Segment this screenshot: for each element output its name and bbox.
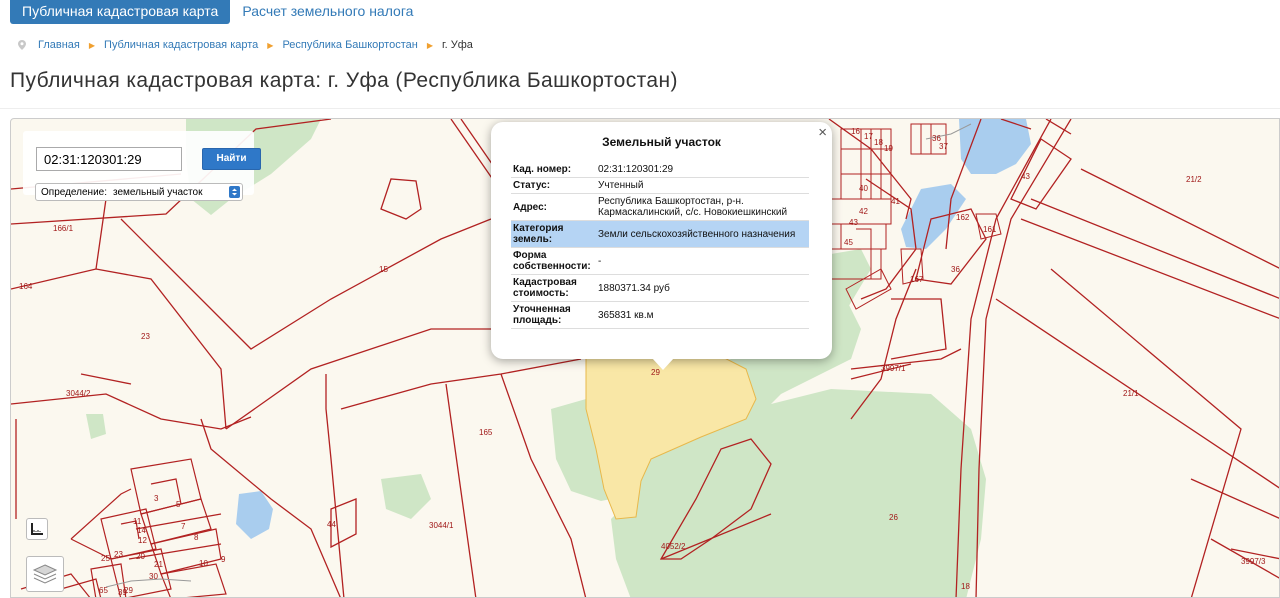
parcel-label: 166/1 xyxy=(53,224,74,233)
definition-select[interactable]: Определение: земельный участок xyxy=(35,183,243,201)
info-row: Форма собственности: - xyxy=(511,247,809,275)
parcel-label: 36 xyxy=(951,265,960,274)
parcel-label: 21/1 xyxy=(1123,389,1139,398)
info-row: Статус: Учтенный xyxy=(511,177,809,194)
info-value: 1880371.34 руб xyxy=(595,274,809,302)
search-button[interactable]: Найти xyxy=(202,148,261,170)
parcel-label: 3 xyxy=(154,494,159,503)
parcel-label: 21/2 xyxy=(1186,175,1202,184)
page-title: Публичная кадастровая карта: г. Уфа (Рес… xyxy=(10,69,678,92)
parcel-label: 14 xyxy=(137,526,146,535)
search-panel: Найти Определение: земельный участок xyxy=(23,131,261,201)
parcel-label: 3997/3 xyxy=(1241,557,1266,566)
info-row: Уточненная площадь: 365831 кв.м xyxy=(511,301,809,329)
select-arrows-icon xyxy=(229,186,240,198)
definition-value: земельный участок xyxy=(113,186,203,198)
info-value: Учтенный xyxy=(595,177,809,194)
parcel-label: 19 xyxy=(884,144,893,153)
cadastral-number-input[interactable] xyxy=(36,147,182,171)
info-value: - xyxy=(595,247,809,275)
parcel-label: 16 xyxy=(851,127,860,136)
parcel-label: 39 xyxy=(118,588,127,597)
parcel-label: 30 xyxy=(149,572,158,581)
breadcrumb-current: г. Уфа xyxy=(441,39,473,51)
breadcrumb-home[interactable]: Главная xyxy=(38,39,80,51)
parcel-label: 3997/1 xyxy=(881,364,906,373)
location-pin-icon xyxy=(18,40,26,50)
parcel-label: 5 xyxy=(176,500,181,509)
info-value: 365831 кв.м xyxy=(595,301,809,329)
parcel-label: 41 xyxy=(891,197,900,206)
parcel-label: 3044/1 xyxy=(429,521,454,530)
parcel-label: 40 xyxy=(859,184,868,193)
parcel-label: 43 xyxy=(849,218,858,227)
info-value: 02:31:120301:29 xyxy=(595,162,809,178)
parcel-info-table: Кад. номер: 02:31:120301:29 Статус: Учтенн… xyxy=(511,162,809,329)
parcel-label: 4052/2 xyxy=(661,542,686,551)
breadcrumb-separator-icon: ▶ xyxy=(426,40,433,50)
parcel-label: 10 xyxy=(199,559,208,568)
parcel-label: 18 xyxy=(874,138,883,147)
parcel-label: 12 xyxy=(138,536,147,545)
parcel-label: 23 xyxy=(141,332,150,341)
info-row: Адрес: Республика Башкортостан, р-н. Карм… xyxy=(511,193,809,221)
info-key: Кадастровая стоимость: xyxy=(511,274,595,302)
popup-title: Земельный участок xyxy=(602,135,721,149)
parcel-label: 17 xyxy=(864,132,873,141)
breadcrumb-region[interactable]: Республика Башкортостан xyxy=(282,39,417,51)
popup-pointer xyxy=(652,358,674,370)
tab-public-cadastral-map[interactable]: Публичная кадастровая карта xyxy=(10,0,231,24)
definition-label: Определение: xyxy=(41,186,108,198)
parcel-label: 43 xyxy=(1021,172,1030,181)
breadcrumb-cadastral-map[interactable]: Публичная кадастровая карта xyxy=(104,39,258,51)
info-row: Кад. номер: 02:31:120301:29 xyxy=(511,162,809,178)
parcel-label: 165 xyxy=(479,428,493,437)
divider xyxy=(0,108,1280,109)
layers-icon xyxy=(32,564,58,584)
parcel-label: 45 xyxy=(844,238,853,247)
parcel-label: 20 xyxy=(136,552,145,561)
info-key: Форма собственности: xyxy=(511,247,595,275)
parcel-label: 18 xyxy=(961,582,970,591)
info-value: Республика Башкортостан, р-н. Кармаскали… xyxy=(595,193,809,221)
parcel-label: 37 xyxy=(939,142,948,151)
parcel-label: 7 xyxy=(181,522,186,531)
info-key: Статус: xyxy=(511,177,595,194)
breadcrumb: Главная ▶ Публичная кадастровая карта ▶ … xyxy=(18,39,473,51)
parcel-label: 42 xyxy=(859,207,868,216)
breadcrumb-separator-icon: ▶ xyxy=(88,40,96,50)
info-row: Кадастровая стоимость: 1880371.34 руб xyxy=(511,274,809,302)
parcel-label: 65 xyxy=(99,586,108,595)
layers-button[interactable] xyxy=(26,556,64,592)
info-key: Категория земель: xyxy=(511,220,595,248)
info-row-selected: Категория земель: Земли сельскохозяйствен… xyxy=(511,220,809,248)
parcel-label: 25 xyxy=(101,554,110,563)
parcel-label: 9 xyxy=(221,555,226,564)
parcel-label: 26 xyxy=(889,513,898,522)
cadastral-map[interactable]: 166/1 164 23 3044/2 15 165 44 3044/1 29 … xyxy=(10,118,1280,598)
parcel-label: 3044/2 xyxy=(66,389,91,398)
measure-button[interactable] xyxy=(26,518,48,540)
parcel-label: 44 xyxy=(327,520,336,529)
parcel-label: 8 xyxy=(194,533,199,542)
info-key: Кад. номер: xyxy=(511,162,595,178)
parcel-label: 164 xyxy=(19,282,33,291)
parcel-label: 15 xyxy=(379,265,388,274)
info-key: Уточненная площадь: xyxy=(511,301,595,329)
parcel-label: 23 xyxy=(114,550,123,559)
parcel-info-popup: × Земельный участок Кад. номер: 02:31:120… xyxy=(491,122,832,359)
top-nav: Публичная кадастровая карта Расчет земел… xyxy=(10,0,425,24)
parcel-label: 162 xyxy=(956,213,970,222)
parcel-label: 167 xyxy=(910,275,924,284)
parcel-label: 21 xyxy=(154,560,163,569)
breadcrumb-separator-icon: ▶ xyxy=(267,40,274,50)
info-key: Адрес: xyxy=(511,193,595,221)
ruler-icon xyxy=(31,523,43,535)
parcel-label: 161 xyxy=(983,225,997,234)
info-value: Земли сельскохозяйственного назначения xyxy=(595,220,809,248)
tab-land-tax-calculation[interactable]: Расчет земельного налога xyxy=(230,0,425,24)
parcel-label: 11 xyxy=(133,517,142,526)
